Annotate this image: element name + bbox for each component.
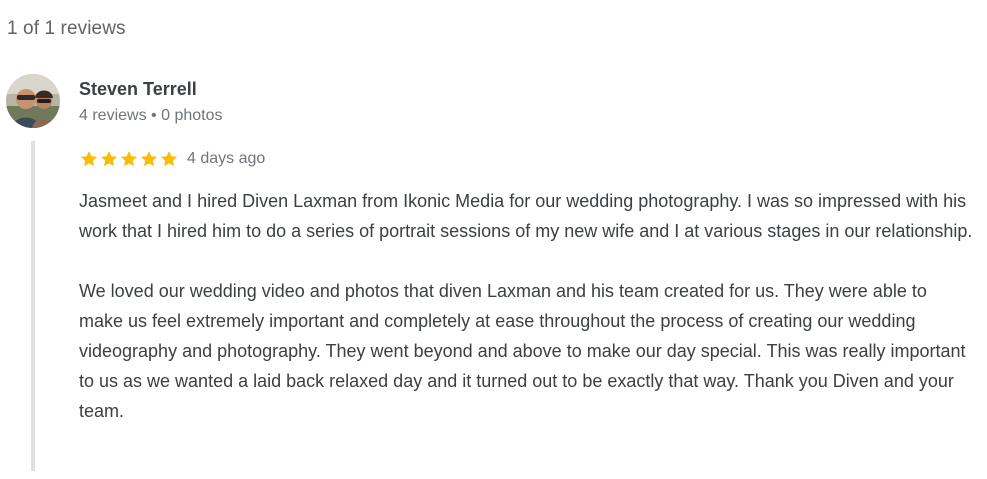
avatar[interactable] [6, 74, 60, 128]
author-review-count: 4 reviews [79, 107, 147, 124]
star-icon [99, 149, 119, 169]
review-count: 1 of 1 reviews [7, 18, 126, 39]
author-photo-count: 0 photos [161, 107, 223, 124]
avatar-photo-icon [6, 74, 60, 128]
star-icon [119, 149, 139, 169]
review-paragraph: Jasmeet and I hired Diven Laxman from Ik… [79, 191, 973, 241]
star-icon [159, 149, 179, 169]
author-name[interactable]: Steven Terrell [79, 79, 197, 100]
author-meta: 4 reviews • 0 photos [79, 107, 222, 125]
star-icon [79, 149, 99, 169]
review-paragraph: We loved our wedding video and photos th… [79, 281, 966, 421]
review-date: 4 days ago [187, 150, 266, 167]
review-text: Jasmeet and I hired Diven Laxman from Ik… [79, 186, 974, 426]
review-divider [31, 141, 35, 471]
star-icon [139, 149, 159, 169]
meta-separator: • [151, 107, 157, 124]
star-rating [79, 149, 179, 169]
rating-row: 4 days ago [79, 148, 265, 170]
